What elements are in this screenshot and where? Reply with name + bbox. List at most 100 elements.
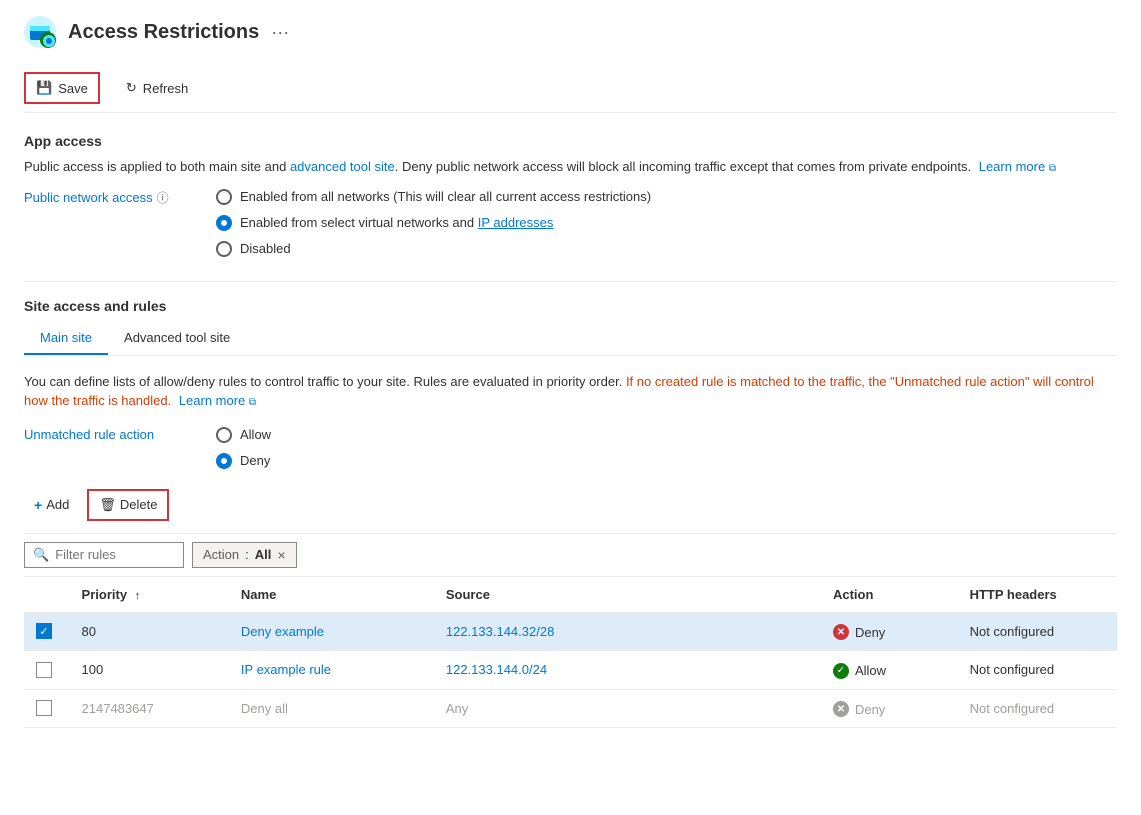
- action-label: Deny: [855, 702, 885, 717]
- row-checkbox-cell[interactable]: ✓: [24, 612, 70, 651]
- delete-label: Delete: [120, 497, 158, 512]
- unmatched-rule-field: Unmatched rule action Allow Deny: [24, 427, 1117, 469]
- app-icon: ⬡: [24, 16, 56, 48]
- table-header-row: Priority ↑ Name Source Action HTTP heade…: [24, 577, 1117, 613]
- app-access-title: App access: [24, 133, 1117, 149]
- radio-allow-input[interactable]: [216, 427, 232, 443]
- public-network-options: Enabled from all networks (This will cle…: [216, 189, 651, 257]
- row-source-link[interactable]: 122.133.144.32/28: [446, 624, 554, 639]
- row-checkbox[interactable]: [36, 700, 52, 716]
- row-name-link[interactable]: Deny example: [241, 624, 324, 639]
- ip-addresses-link[interactable]: IP addresses: [478, 215, 554, 230]
- search-icon: 🔍: [33, 547, 49, 563]
- row-source[interactable]: 122.133.144.32/28: [434, 612, 821, 651]
- unmatched-rule-label: Unmatched rule action: [24, 427, 184, 442]
- row-checkbox[interactable]: ✓: [36, 623, 52, 639]
- filter-close-icon[interactable]: ×: [277, 547, 285, 563]
- tab-main-site[interactable]: Main site: [24, 322, 108, 355]
- checkbox-mark: ✓: [39, 625, 48, 638]
- row-source: Any: [434, 689, 821, 728]
- radio-all-networks-input[interactable]: [216, 189, 232, 205]
- radio-all-networks[interactable]: Enabled from all networks (This will cle…: [216, 189, 651, 205]
- external-link-icon: ⧉: [1049, 163, 1056, 174]
- col-header-action: Action: [821, 577, 958, 613]
- col-header-checkbox: [24, 577, 70, 613]
- col-header-priority[interactable]: Priority ↑: [70, 577, 229, 613]
- filter-bar: 🔍 Action : All ×: [24, 533, 1117, 577]
- row-name-link[interactable]: IP example rule: [241, 662, 331, 677]
- radio-allow-label: Allow: [240, 427, 271, 442]
- row-action: ✓ Allow: [821, 651, 958, 690]
- learn-more-link-app[interactable]: Learn more: [979, 159, 1045, 174]
- refresh-icon: ↻: [126, 80, 137, 96]
- external-link-icon-2: ⧉: [249, 397, 256, 408]
- page-title: Access Restrictions: [68, 21, 259, 44]
- row-priority: 2147483647: [70, 689, 229, 728]
- row-checkbox-cell[interactable]: [24, 689, 70, 728]
- add-label: Add: [46, 497, 69, 512]
- radio-disabled[interactable]: Disabled: [216, 241, 651, 257]
- row-checkbox-cell[interactable]: [24, 651, 70, 690]
- radio-select-networks-label: Enabled from select virtual networks and…: [240, 215, 553, 230]
- site-access-section: Site access and rules Main site Advanced…: [24, 281, 1117, 469]
- col-header-source: Source: [434, 577, 821, 613]
- radio-disabled-label: Disabled: [240, 241, 291, 256]
- action-bar: + Add 🗑 Delete: [24, 489, 1117, 521]
- public-network-field: Public network access ⓘ Enabled from all…: [24, 189, 1117, 257]
- learn-more-link-site[interactable]: Learn more: [179, 393, 245, 408]
- table-row[interactable]: 100 IP example rule 122.133.144.0/24 ✓ A…: [24, 651, 1117, 690]
- row-source-link[interactable]: 122.133.144.0/24: [446, 662, 547, 677]
- save-label: Save: [58, 81, 88, 96]
- add-button[interactable]: + Add: [24, 491, 79, 519]
- status-badge-deny: ✕ Deny: [833, 624, 885, 640]
- advanced-tool-link[interactable]: advanced tool site: [290, 159, 395, 174]
- save-button[interactable]: 💾 Save: [24, 72, 100, 104]
- col-header-name: Name: [229, 577, 434, 613]
- radio-deny[interactable]: Deny: [216, 453, 271, 469]
- rules-table: Priority ↑ Name Source Action HTTP heade…: [24, 577, 1117, 729]
- unmatched-options: Allow Deny: [216, 427, 271, 469]
- add-icon: +: [34, 497, 42, 513]
- app-access-info: Public access is applied to both main si…: [24, 157, 1117, 177]
- action-filter-tag: Action : All ×: [192, 542, 297, 568]
- info-text-part2: . Deny public network access will block …: [395, 159, 971, 174]
- filter-tag-separator: :: [245, 547, 249, 562]
- col-header-http: HTTP headers: [958, 577, 1117, 613]
- filter-input-container[interactable]: 🔍: [24, 542, 184, 568]
- delete-button[interactable]: 🗑 Delete: [87, 489, 169, 521]
- row-name[interactable]: IP example rule: [229, 651, 434, 690]
- info-text-part1: Public access is applied to both main si…: [24, 159, 290, 174]
- row-http: Not configured: [958, 689, 1117, 728]
- sort-icon: ↑: [135, 590, 141, 602]
- table-row[interactable]: 2147483647 Deny all Any ✕ Deny Not confi…: [24, 689, 1117, 728]
- row-checkbox[interactable]: [36, 662, 52, 678]
- row-http: Not configured: [958, 612, 1117, 651]
- more-options-icon[interactable]: ···: [271, 22, 289, 43]
- radio-select-networks[interactable]: Enabled from select virtual networks and…: [216, 215, 651, 231]
- refresh-label: Refresh: [143, 81, 189, 96]
- tab-advanced-tool[interactable]: Advanced tool site: [108, 322, 246, 355]
- row-name: Deny all: [229, 689, 434, 728]
- row-source[interactable]: 122.133.144.0/24: [434, 651, 821, 690]
- table-row[interactable]: ✓ 80 Deny example 122.133.144.32/28 ✕ De…: [24, 612, 1117, 651]
- radio-all-networks-label: Enabled from all networks (This will cle…: [240, 189, 651, 204]
- row-http: Not configured: [958, 651, 1117, 690]
- refresh-button[interactable]: ↻ Refresh: [116, 74, 198, 102]
- info-icon[interactable]: ⓘ: [157, 189, 169, 206]
- radio-deny-input[interactable]: [216, 453, 232, 469]
- public-network-label: Public network access ⓘ: [24, 189, 184, 206]
- radio-allow[interactable]: Allow: [216, 427, 271, 443]
- row-priority: 100: [70, 651, 229, 690]
- status-badge-allow: ✓ Allow: [833, 663, 886, 679]
- site-description: You can define lists of allow/deny rules…: [24, 372, 1117, 411]
- filter-rules-input[interactable]: [55, 547, 175, 562]
- action-label: Allow: [855, 663, 886, 678]
- filter-tag-value: All: [255, 547, 272, 562]
- deny-gray-icon: ✕: [833, 701, 849, 717]
- row-name[interactable]: Deny example: [229, 612, 434, 651]
- delete-icon: 🗑: [99, 497, 116, 513]
- site-tabs: Main site Advanced tool site: [24, 322, 1117, 356]
- radio-select-networks-input[interactable]: [216, 215, 232, 231]
- radio-disabled-input[interactable]: [216, 241, 232, 257]
- filter-tag-label: Action: [203, 547, 239, 562]
